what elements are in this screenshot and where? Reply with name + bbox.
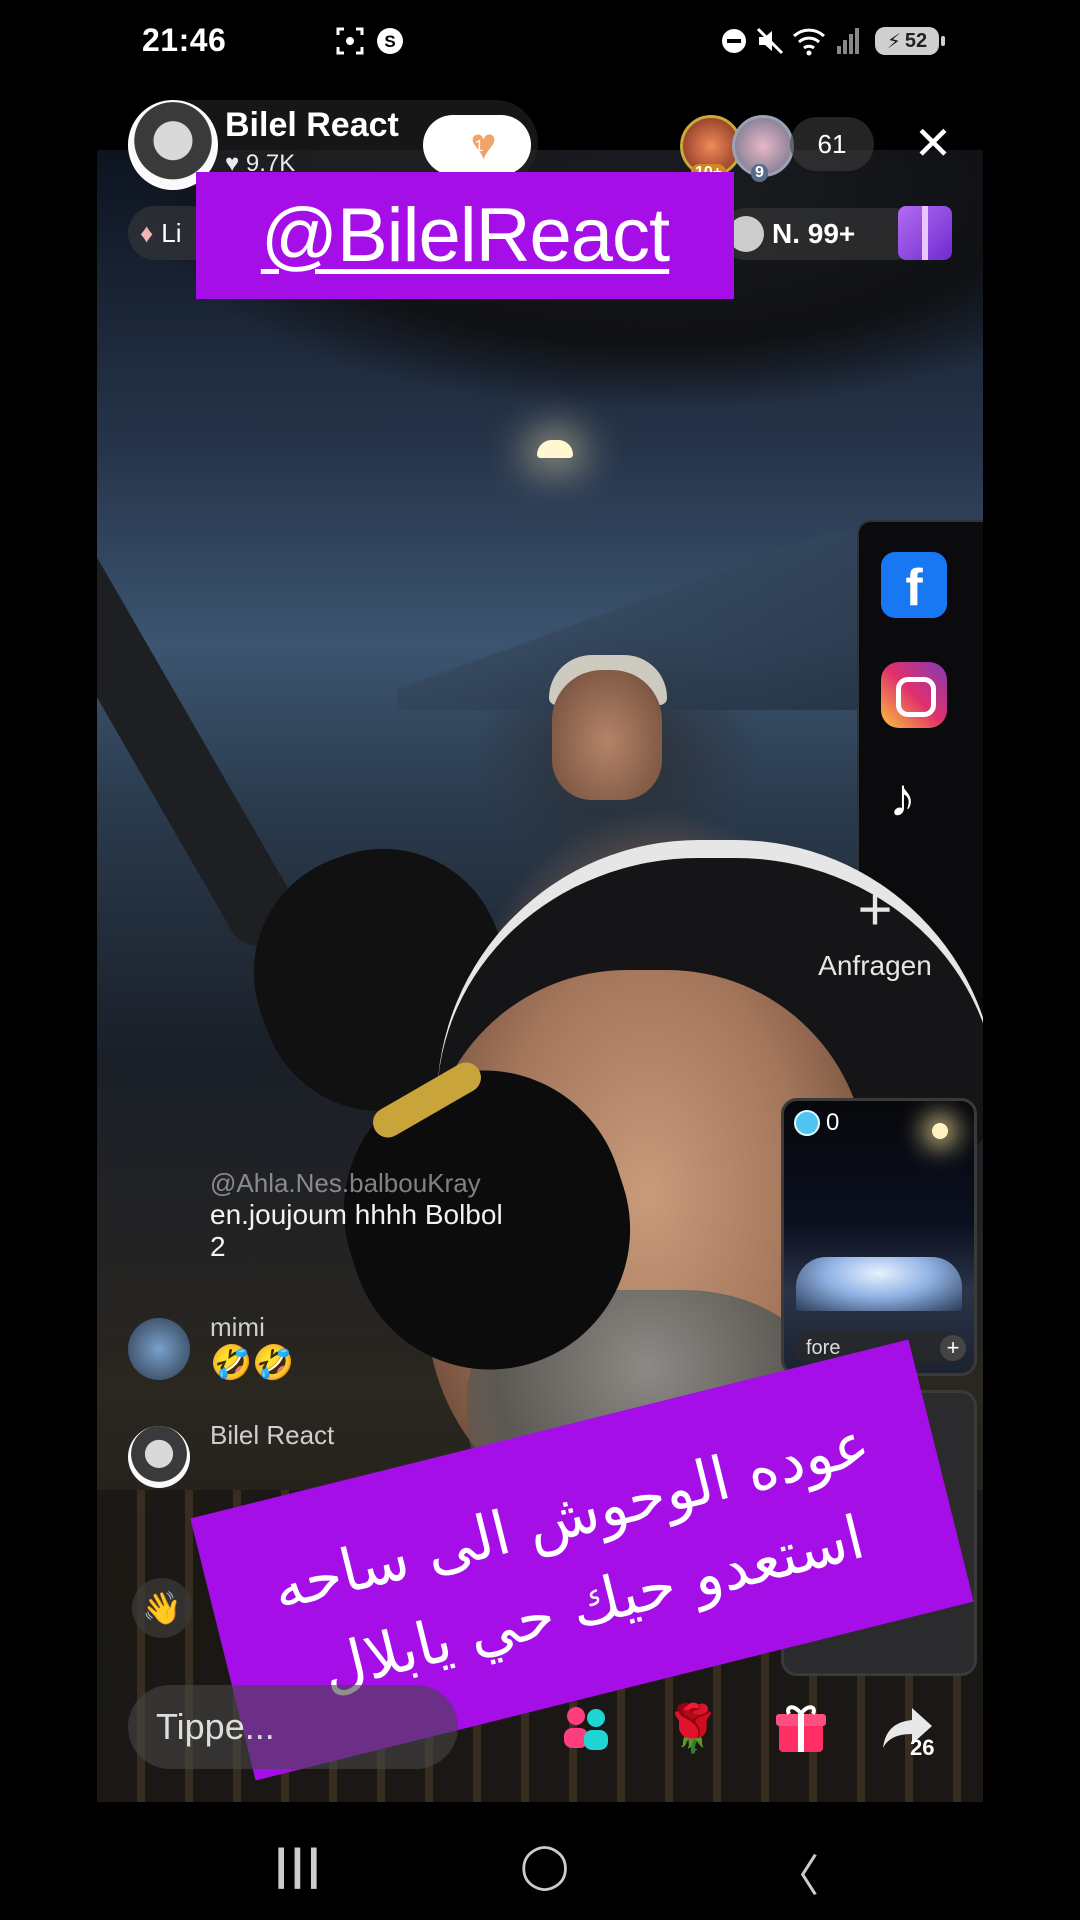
request-button[interactable]: + Anfragen	[790, 880, 960, 1010]
back-button[interactable]: 〈	[775, 1840, 819, 1904]
comment-text-line2: 2	[210, 1231, 226, 1262]
handle-text: @BilelReact	[260, 193, 670, 278]
comment-item: Bilel React	[210, 1420, 334, 1451]
background-person	[552, 670, 662, 800]
battery-level: 52	[904, 29, 928, 52]
battery-indicator: ⚡ 52	[875, 27, 945, 55]
lit-building	[796, 1257, 962, 1311]
guest-score-value: 0	[826, 1109, 840, 1136]
hourly-rank-pill[interactable]: N. 99+	[720, 208, 920, 260]
lamp-light	[537, 440, 573, 458]
comment-text: en.joujoum hhhh Bolbol	[210, 1199, 503, 1230]
comment-avatar[interactable]	[128, 1318, 190, 1380]
share-count: 26	[910, 1735, 935, 1760]
mute-icon	[755, 26, 785, 56]
rank-label: N. 99+	[772, 218, 856, 249]
comment-user: mimi	[210, 1312, 265, 1342]
share-icon[interactable]	[870, 1690, 946, 1766]
gift-box-icon[interactable]	[898, 206, 952, 260]
comment-input[interactable]: Tippe...	[128, 1685, 458, 1769]
score-icon	[794, 1110, 820, 1136]
street-light	[932, 1123, 948, 1139]
second-viewer-avatar[interactable]: 9	[732, 115, 794, 182]
second-viewer-badge: 9	[751, 164, 768, 182]
shazam-icon: S	[375, 26, 405, 56]
signal-icon	[835, 26, 861, 56]
comment-text: 🤣🤣	[210, 1344, 295, 1382]
guest-video-window[interactable]: 0 fore +	[781, 1098, 977, 1376]
comment-user: @Ahla.Nes.balbouKray	[210, 1168, 481, 1198]
follow-count: 1	[474, 138, 484, 155]
plus-icon: +	[857, 876, 893, 943]
wave-hand-icon[interactable]: 👋	[132, 1578, 192, 1638]
multi-guest-icon[interactable]	[548, 1690, 624, 1766]
comment-item: mimi 🤣🤣	[210, 1312, 295, 1383]
home-button[interactable]: ◯	[520, 1840, 569, 1891]
handle-banner: @BilelReact	[196, 172, 734, 299]
tiktok-icon: ♪	[889, 768, 916, 828]
facebook-icon: f	[881, 552, 947, 618]
viewer-count[interactable]: 61	[790, 117, 874, 171]
do-not-disturb-icon	[720, 26, 748, 56]
battery-charging-icon: ⚡	[886, 30, 901, 53]
close-button[interactable]: ✕	[908, 118, 958, 168]
svg-text:S: S	[384, 32, 395, 51]
wifi-icon	[792, 26, 826, 56]
host-name[interactable]: Bilel React	[225, 106, 399, 145]
screenshot-icon	[335, 26, 365, 56]
recent-apps-button[interactable]: |||	[275, 1840, 324, 1890]
comment-item: @Ahla.Nes.balbouKray en.joujoum hhhh Bol…	[210, 1168, 503, 1263]
mic-arm	[97, 523, 308, 957]
comment-user: Bilel React	[210, 1420, 335, 1450]
guest-score: 0	[794, 1109, 839, 1137]
ranking-label: Li	[161, 217, 182, 248]
instagram-icon	[881, 662, 947, 728]
status-bar: 21:46 S ⚡ 52	[0, 0, 1080, 84]
gift-icon[interactable]	[763, 1690, 839, 1766]
request-label: Anfragen	[818, 950, 932, 981]
add-guest-icon[interactable]: +	[940, 1335, 966, 1361]
follow-button[interactable]: ♥ 1	[423, 115, 531, 175]
rose-gift-icon[interactable]: 🌹	[655, 1690, 731, 1766]
comment-avatar[interactable]	[128, 1426, 190, 1488]
status-time: 21:46	[142, 22, 227, 58]
diamond-icon: ♦	[140, 217, 154, 248]
